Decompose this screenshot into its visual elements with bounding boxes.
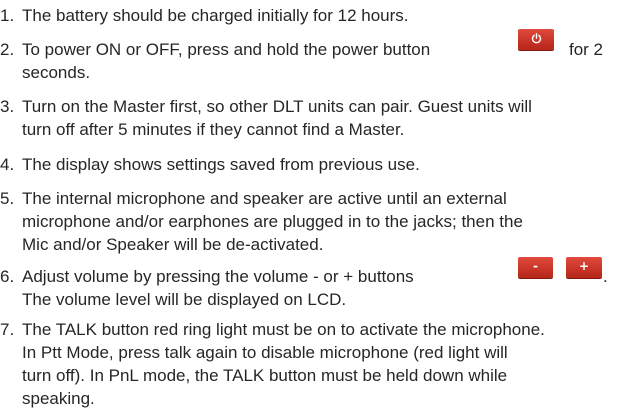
item-text: To power ON or OFF, press and hold the p… xyxy=(22,40,431,59)
item-text: Mic and/or Speaker will be de-activated. xyxy=(22,235,324,254)
item-number: 6. xyxy=(0,267,15,286)
item-number: 1. xyxy=(0,6,15,25)
item-text: Adjust volume by pressing the volume - o… xyxy=(22,267,414,286)
item-number: 3. xyxy=(0,97,15,116)
instruction-list: 1. The battery should be charged initial… xyxy=(0,0,629,409)
item-text: turn off after 5 minutes if they cannot … xyxy=(22,120,405,139)
item-text: The volume level will be displayed on LC… xyxy=(22,290,347,309)
item-text: The TALK button red ring light must be o… xyxy=(22,320,545,339)
item-text: The battery should be charged initially … xyxy=(22,6,409,25)
item-number: 4. xyxy=(0,155,15,174)
item-text: In Ptt Mode, press talk again to disable… xyxy=(22,343,508,362)
volume-down-button: - xyxy=(518,257,553,278)
item-number: 2. xyxy=(0,40,15,59)
item-text: microphone and/or earphones are plugged … xyxy=(22,212,523,231)
item-text: turn off). In PnL mode, the TALK button … xyxy=(22,366,508,385)
item-text: speaking. xyxy=(22,389,95,408)
item-text: Turn on the Master first, so other DLT u… xyxy=(22,97,532,116)
item-number: 7. xyxy=(0,320,15,339)
item-text: The internal microphone and speaker are … xyxy=(22,189,507,208)
volume-up-button: + xyxy=(566,257,602,278)
item-text: seconds. xyxy=(22,63,91,82)
power-icon xyxy=(531,33,541,44)
item-text: The display shows settings saved from pr… xyxy=(22,155,420,174)
power-button xyxy=(518,29,554,50)
item-text: for 2 xyxy=(569,40,604,59)
item-number: 5. xyxy=(0,189,15,208)
item-text: . xyxy=(603,267,608,286)
